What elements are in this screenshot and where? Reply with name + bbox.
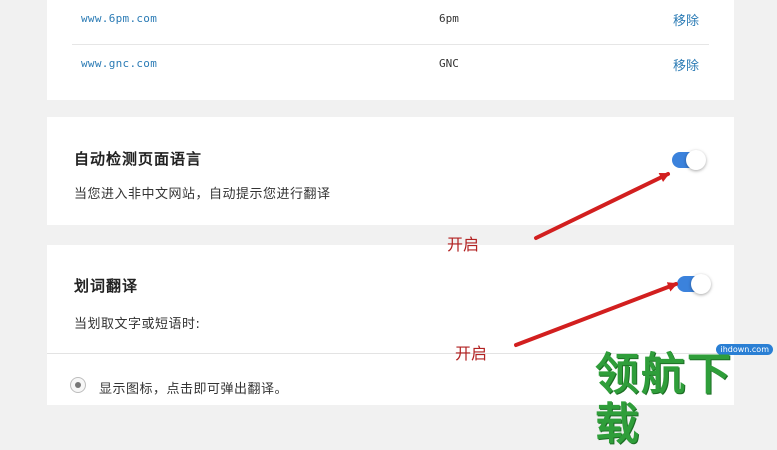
auto-detect-card: 自动检测页面语言 当您进入非中文网站，自动提示您进行翻译 xyxy=(47,117,734,225)
auto-detect-toggle[interactable] xyxy=(672,150,706,170)
show-icon-option-label: 显示图标，点击即可弹出翻译。 xyxy=(99,382,289,397)
remove-site-button[interactable]: 移除 xyxy=(673,55,699,74)
word-translate-title: 划词翻译 xyxy=(74,277,139,295)
word-translate-description: 当划取文字或短语时: xyxy=(74,317,201,332)
site-url: www.6pm.com xyxy=(81,12,158,25)
annotation-label: 开启 xyxy=(447,235,480,254)
radio-dot xyxy=(75,382,81,388)
site-row: www.gnc.com GNC 移除 xyxy=(72,45,709,89)
auto-detect-title: 自动检测页面语言 xyxy=(74,150,203,168)
site-url: www.gnc.com xyxy=(81,57,158,70)
watermark-text: 领航下载 xyxy=(595,349,733,450)
site-name: GNC xyxy=(439,57,459,70)
watermark-logo: ihdown.com 领航下载 xyxy=(595,340,777,450)
remove-site-button[interactable]: 移除 xyxy=(673,10,699,29)
annotation-label: 开启 xyxy=(455,344,488,363)
toggle-knob xyxy=(686,150,706,170)
auto-detect-description: 当您进入非中文网站，自动提示您进行翻译 xyxy=(74,187,331,202)
site-name: 6pm xyxy=(439,12,459,25)
site-row: www.6pm.com 6pm 移除 xyxy=(72,0,709,45)
toggle-knob xyxy=(691,274,711,294)
show-icon-radio[interactable] xyxy=(70,377,86,393)
word-translate-toggle[interactable] xyxy=(677,274,711,294)
blocked-sites-card: www.6pm.com 6pm 移除 www.gnc.com GNC 移除 xyxy=(47,0,734,100)
